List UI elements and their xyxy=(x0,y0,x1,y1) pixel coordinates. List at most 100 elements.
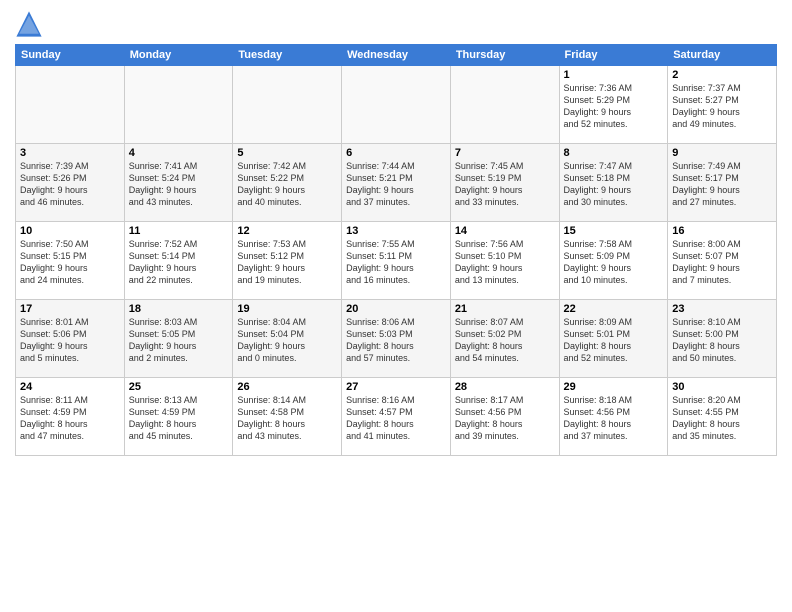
table-row: 1Sunrise: 7:36 AM Sunset: 5:29 PM Daylig… xyxy=(559,66,668,144)
table-row: 30Sunrise: 8:20 AM Sunset: 4:55 PM Dayli… xyxy=(668,378,777,456)
day-info: Sunrise: 7:53 AM Sunset: 5:12 PM Dayligh… xyxy=(237,238,337,287)
table-row: 22Sunrise: 8:09 AM Sunset: 5:01 PM Dayli… xyxy=(559,300,668,378)
col-friday: Friday xyxy=(559,45,668,66)
col-wednesday: Wednesday xyxy=(342,45,451,66)
calendar-week-row: 3Sunrise: 7:39 AM Sunset: 5:26 PM Daylig… xyxy=(16,144,777,222)
table-row: 5Sunrise: 7:42 AM Sunset: 5:22 PM Daylig… xyxy=(233,144,342,222)
day-number: 17 xyxy=(20,303,120,315)
day-info: Sunrise: 8:09 AM Sunset: 5:01 PM Dayligh… xyxy=(564,316,664,365)
table-row: 26Sunrise: 8:14 AM Sunset: 4:58 PM Dayli… xyxy=(233,378,342,456)
day-number: 22 xyxy=(564,303,664,315)
day-number: 15 xyxy=(564,225,664,237)
day-info: Sunrise: 7:58 AM Sunset: 5:09 PM Dayligh… xyxy=(564,238,664,287)
day-info: Sunrise: 7:41 AM Sunset: 5:24 PM Dayligh… xyxy=(129,160,229,209)
table-row: 13Sunrise: 7:55 AM Sunset: 5:11 PM Dayli… xyxy=(342,222,451,300)
table-row: 12Sunrise: 7:53 AM Sunset: 5:12 PM Dayli… xyxy=(233,222,342,300)
day-info: Sunrise: 8:06 AM Sunset: 5:03 PM Dayligh… xyxy=(346,316,446,365)
table-row xyxy=(124,66,233,144)
table-row: 9Sunrise: 7:49 AM Sunset: 5:17 PM Daylig… xyxy=(668,144,777,222)
day-number: 7 xyxy=(455,147,555,159)
day-number: 14 xyxy=(455,225,555,237)
calendar-week-row: 17Sunrise: 8:01 AM Sunset: 5:06 PM Dayli… xyxy=(16,300,777,378)
col-thursday: Thursday xyxy=(450,45,559,66)
table-row: 24Sunrise: 8:11 AM Sunset: 4:59 PM Dayli… xyxy=(16,378,125,456)
day-number: 21 xyxy=(455,303,555,315)
table-row: 25Sunrise: 8:13 AM Sunset: 4:59 PM Dayli… xyxy=(124,378,233,456)
day-number: 20 xyxy=(346,303,446,315)
day-number: 11 xyxy=(129,225,229,237)
table-row xyxy=(16,66,125,144)
day-info: Sunrise: 7:39 AM Sunset: 5:26 PM Dayligh… xyxy=(20,160,120,209)
table-row: 2Sunrise: 7:37 AM Sunset: 5:27 PM Daylig… xyxy=(668,66,777,144)
table-row: 20Sunrise: 8:06 AM Sunset: 5:03 PM Dayli… xyxy=(342,300,451,378)
col-tuesday: Tuesday xyxy=(233,45,342,66)
calendar-week-row: 24Sunrise: 8:11 AM Sunset: 4:59 PM Dayli… xyxy=(16,378,777,456)
table-row: 3Sunrise: 7:39 AM Sunset: 5:26 PM Daylig… xyxy=(16,144,125,222)
day-info: Sunrise: 8:01 AM Sunset: 5:06 PM Dayligh… xyxy=(20,316,120,365)
day-info: Sunrise: 8:17 AM Sunset: 4:56 PM Dayligh… xyxy=(455,394,555,443)
day-number: 13 xyxy=(346,225,446,237)
day-info: Sunrise: 8:16 AM Sunset: 4:57 PM Dayligh… xyxy=(346,394,446,443)
table-row: 15Sunrise: 7:58 AM Sunset: 5:09 PM Dayli… xyxy=(559,222,668,300)
day-info: Sunrise: 7:37 AM Sunset: 5:27 PM Dayligh… xyxy=(672,82,772,131)
table-row: 6Sunrise: 7:44 AM Sunset: 5:21 PM Daylig… xyxy=(342,144,451,222)
table-row: 27Sunrise: 8:16 AM Sunset: 4:57 PM Dayli… xyxy=(342,378,451,456)
day-info: Sunrise: 8:04 AM Sunset: 5:04 PM Dayligh… xyxy=(237,316,337,365)
day-info: Sunrise: 8:10 AM Sunset: 5:00 PM Dayligh… xyxy=(672,316,772,365)
table-row: 4Sunrise: 7:41 AM Sunset: 5:24 PM Daylig… xyxy=(124,144,233,222)
day-number: 1 xyxy=(564,69,664,81)
table-row: 11Sunrise: 7:52 AM Sunset: 5:14 PM Dayli… xyxy=(124,222,233,300)
day-info: Sunrise: 7:49 AM Sunset: 5:17 PM Dayligh… xyxy=(672,160,772,209)
day-info: Sunrise: 7:36 AM Sunset: 5:29 PM Dayligh… xyxy=(564,82,664,131)
table-row: 29Sunrise: 8:18 AM Sunset: 4:56 PM Dayli… xyxy=(559,378,668,456)
day-info: Sunrise: 7:56 AM Sunset: 5:10 PM Dayligh… xyxy=(455,238,555,287)
day-info: Sunrise: 8:11 AM Sunset: 4:59 PM Dayligh… xyxy=(20,394,120,443)
day-number: 6 xyxy=(346,147,446,159)
table-row: 8Sunrise: 7:47 AM Sunset: 5:18 PM Daylig… xyxy=(559,144,668,222)
day-number: 10 xyxy=(20,225,120,237)
table-row xyxy=(450,66,559,144)
table-row xyxy=(342,66,451,144)
day-number: 9 xyxy=(672,147,772,159)
table-row xyxy=(233,66,342,144)
day-info: Sunrise: 8:07 AM Sunset: 5:02 PM Dayligh… xyxy=(455,316,555,365)
day-number: 27 xyxy=(346,381,446,393)
day-number: 16 xyxy=(672,225,772,237)
day-number: 2 xyxy=(672,69,772,81)
day-number: 18 xyxy=(129,303,229,315)
col-saturday: Saturday xyxy=(668,45,777,66)
table-row: 21Sunrise: 8:07 AM Sunset: 5:02 PM Dayli… xyxy=(450,300,559,378)
page-header xyxy=(15,10,777,38)
day-number: 25 xyxy=(129,381,229,393)
table-row: 14Sunrise: 7:56 AM Sunset: 5:10 PM Dayli… xyxy=(450,222,559,300)
day-number: 28 xyxy=(455,381,555,393)
day-info: Sunrise: 7:55 AM Sunset: 5:11 PM Dayligh… xyxy=(346,238,446,287)
table-row: 17Sunrise: 8:01 AM Sunset: 5:06 PM Dayli… xyxy=(16,300,125,378)
day-number: 19 xyxy=(237,303,337,315)
day-info: Sunrise: 7:44 AM Sunset: 5:21 PM Dayligh… xyxy=(346,160,446,209)
calendar-table: Sunday Monday Tuesday Wednesday Thursday… xyxy=(15,44,777,456)
table-row: 18Sunrise: 8:03 AM Sunset: 5:05 PM Dayli… xyxy=(124,300,233,378)
day-number: 24 xyxy=(20,381,120,393)
day-info: Sunrise: 7:50 AM Sunset: 5:15 PM Dayligh… xyxy=(20,238,120,287)
day-number: 23 xyxy=(672,303,772,315)
day-number: 29 xyxy=(564,381,664,393)
day-number: 5 xyxy=(237,147,337,159)
col-sunday: Sunday xyxy=(16,45,125,66)
day-number: 12 xyxy=(237,225,337,237)
day-info: Sunrise: 8:14 AM Sunset: 4:58 PM Dayligh… xyxy=(237,394,337,443)
table-row: 23Sunrise: 8:10 AM Sunset: 5:00 PM Dayli… xyxy=(668,300,777,378)
day-info: Sunrise: 8:18 AM Sunset: 4:56 PM Dayligh… xyxy=(564,394,664,443)
calendar-week-row: 1Sunrise: 7:36 AM Sunset: 5:29 PM Daylig… xyxy=(16,66,777,144)
day-info: Sunrise: 7:45 AM Sunset: 5:19 PM Dayligh… xyxy=(455,160,555,209)
logo xyxy=(15,10,47,38)
day-info: Sunrise: 8:13 AM Sunset: 4:59 PM Dayligh… xyxy=(129,394,229,443)
day-info: Sunrise: 7:42 AM Sunset: 5:22 PM Dayligh… xyxy=(237,160,337,209)
day-number: 30 xyxy=(672,381,772,393)
table-row: 19Sunrise: 8:04 AM Sunset: 5:04 PM Dayli… xyxy=(233,300,342,378)
calendar-header-row: Sunday Monday Tuesday Wednesday Thursday… xyxy=(16,45,777,66)
day-number: 3 xyxy=(20,147,120,159)
day-info: Sunrise: 8:00 AM Sunset: 5:07 PM Dayligh… xyxy=(672,238,772,287)
logo-icon xyxy=(15,10,43,38)
table-row: 28Sunrise: 8:17 AM Sunset: 4:56 PM Dayli… xyxy=(450,378,559,456)
